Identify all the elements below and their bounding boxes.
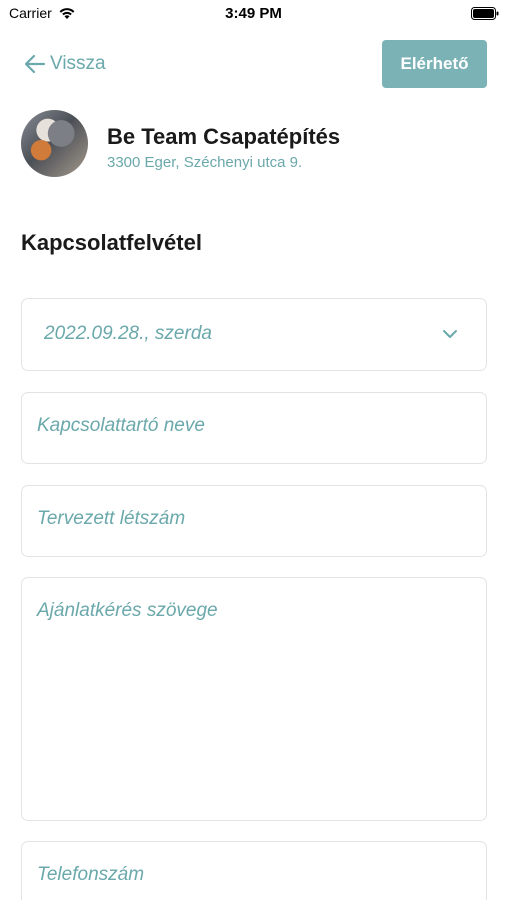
contact-name-placeholder: Kapcsolattartó neve (37, 415, 205, 436)
available-button[interactable]: Elérhető (382, 40, 487, 88)
screen: Carrier 3:49 PM Vissza Elérhető Be Team … (0, 0, 507, 900)
planned-headcount-placeholder: Tervezett létszám (37, 508, 186, 529)
battery-icon (471, 7, 499, 20)
back-label: Vissza (50, 53, 106, 74)
status-bar: Carrier 3:49 PM (0, 0, 507, 30)
back-arrow-icon (24, 54, 46, 74)
chevron-down-icon (443, 330, 457, 338)
request-text-area[interactable]: Ajánlatkérés szövege (21, 577, 487, 821)
status-time: 3:49 PM (225, 5, 282, 22)
date-value: 2022.09.28., szerda (44, 323, 212, 344)
company-name: Be Team Csapatépítés (107, 124, 341, 149)
company-address: 3300 Eger, Széchenyi utca 9. (107, 154, 303, 171)
section-title: Kapcsolatfelvétel (21, 230, 202, 255)
company-avatar (21, 110, 88, 177)
back-button[interactable]: Vissza (24, 52, 106, 76)
date-select[interactable]: 2022.09.28., szerda (21, 298, 487, 371)
contact-name-field[interactable]: Kapcsolattartó neve (21, 392, 487, 464)
request-text-placeholder: Ajánlatkérés szövege (37, 600, 218, 621)
phone-field[interactable]: Telefonszám (21, 841, 487, 900)
planned-headcount-field[interactable]: Tervezett létszám (21, 485, 487, 557)
phone-placeholder: Telefonszám (37, 864, 145, 885)
